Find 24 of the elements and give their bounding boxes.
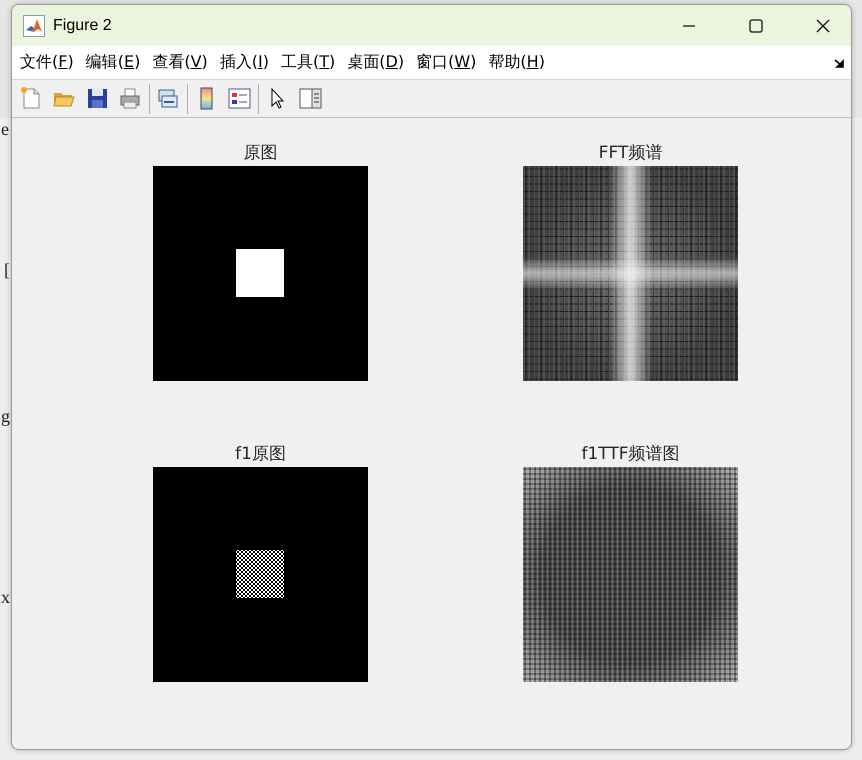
background-text: e [1,119,9,139]
menu-item[interactable]: 编辑(E) [86,52,140,73]
background-text: g [1,406,10,426]
panel-icon[interactable] [298,86,323,111]
menu-item[interactable]: 插入(I) [220,52,269,73]
menu-item[interactable]: 桌面(D) [347,52,404,73]
window-title: Figure 2 [53,16,112,34]
menu-item[interactable]: 查看(V) [152,52,208,73]
menu-item[interactable]: 窗口(W) [416,52,476,73]
matlab-logo-icon [23,14,45,36]
plot-title: FFT频谱 [598,142,662,165]
save-icon[interactable] [85,86,110,111]
menu-item[interactable]: 工具(T) [280,52,336,73]
background-text: x [1,587,10,607]
menu-item[interactable]: 帮助(H) [488,52,545,73]
plot-title: f1原图 [235,443,286,466]
close-icon[interactable] [816,18,830,32]
menu-item[interactable]: 文件(F) [20,52,74,73]
maximize-icon[interactable] [749,18,763,32]
plot-title: f1TTF频谱图 [581,443,680,466]
background-text: [ [4,260,10,280]
legend-icon[interactable] [227,86,252,111]
plot-title: 原图 [244,142,278,165]
dock-arrow-icon[interactable] [833,56,845,68]
